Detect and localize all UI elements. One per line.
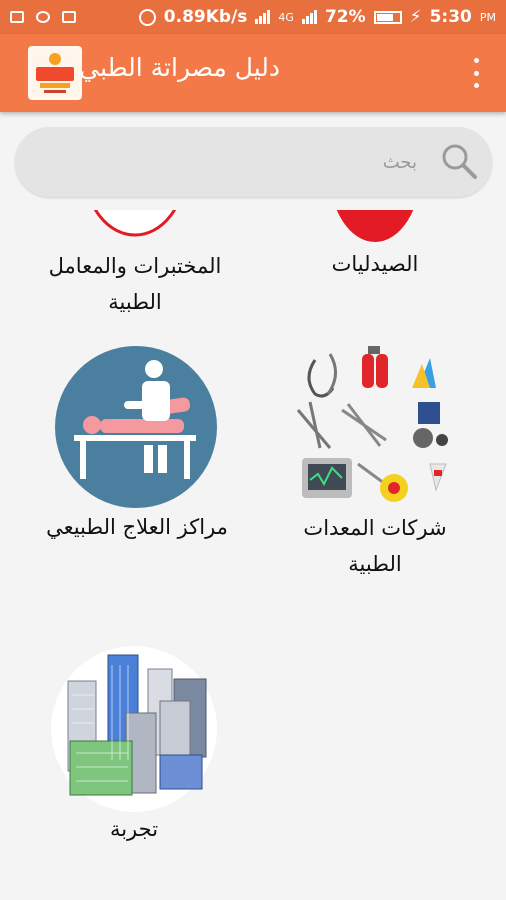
category-laboratories[interactable]: المختبرات والمعامل الطبية [30,210,240,320]
net-speed: 0.89Kb/s [163,7,248,27]
category-experiment[interactable]: تجربة [48,645,220,850]
battery-percent: 72% [324,7,366,27]
category-physiotherapy[interactable]: مراكز العلاج الطبيعي [28,345,246,550]
category-label: مراكز العلاج الطبيعي [46,515,228,539]
gallery-notification-icon [10,11,24,23]
pharmacy-icon [290,210,460,244]
physiotherapy-icon [55,346,217,508]
app-bar: دليل مصراتة الطبي [0,34,506,112]
category-label: الصيدليات [331,252,419,276]
category-medical-equipment[interactable]: شركات المعدات الطبية [290,340,460,585]
search-bar[interactable] [15,127,492,197]
network-type: 4G [278,10,294,24]
category-label: تجربة [109,817,159,841]
medical-equipment-icon [296,346,448,502]
laboratory-icon [50,210,220,240]
android-notification-icon [36,11,50,23]
signal-icon [255,10,271,24]
signal-2-icon [301,10,317,24]
status-bar: 0.89Kb/s 4G 72% ⚡ 5:30 PM [0,0,506,34]
search-input[interactable] [45,141,419,183]
charging-icon: ⚡ [409,7,422,27]
clock: 5:30 [429,7,472,27]
laptop-notification-icon [62,11,76,23]
app-title: دليل مصراتة الطبي [79,53,280,82]
overflow-menu-icon[interactable] [466,58,486,88]
category-label: المختبرات والمعامل الطبية [48,254,222,314]
battery-icon [373,10,402,24]
buildings-icon [51,646,217,812]
search-icon[interactable] [440,142,478,180]
category-pharmacies[interactable]: الصيدليات [290,210,460,290]
clock-ampm: PM [479,10,496,24]
category-label: شركات المعدات الطبية [303,516,447,576]
alarm-icon [138,8,156,26]
app-logo [28,46,82,100]
